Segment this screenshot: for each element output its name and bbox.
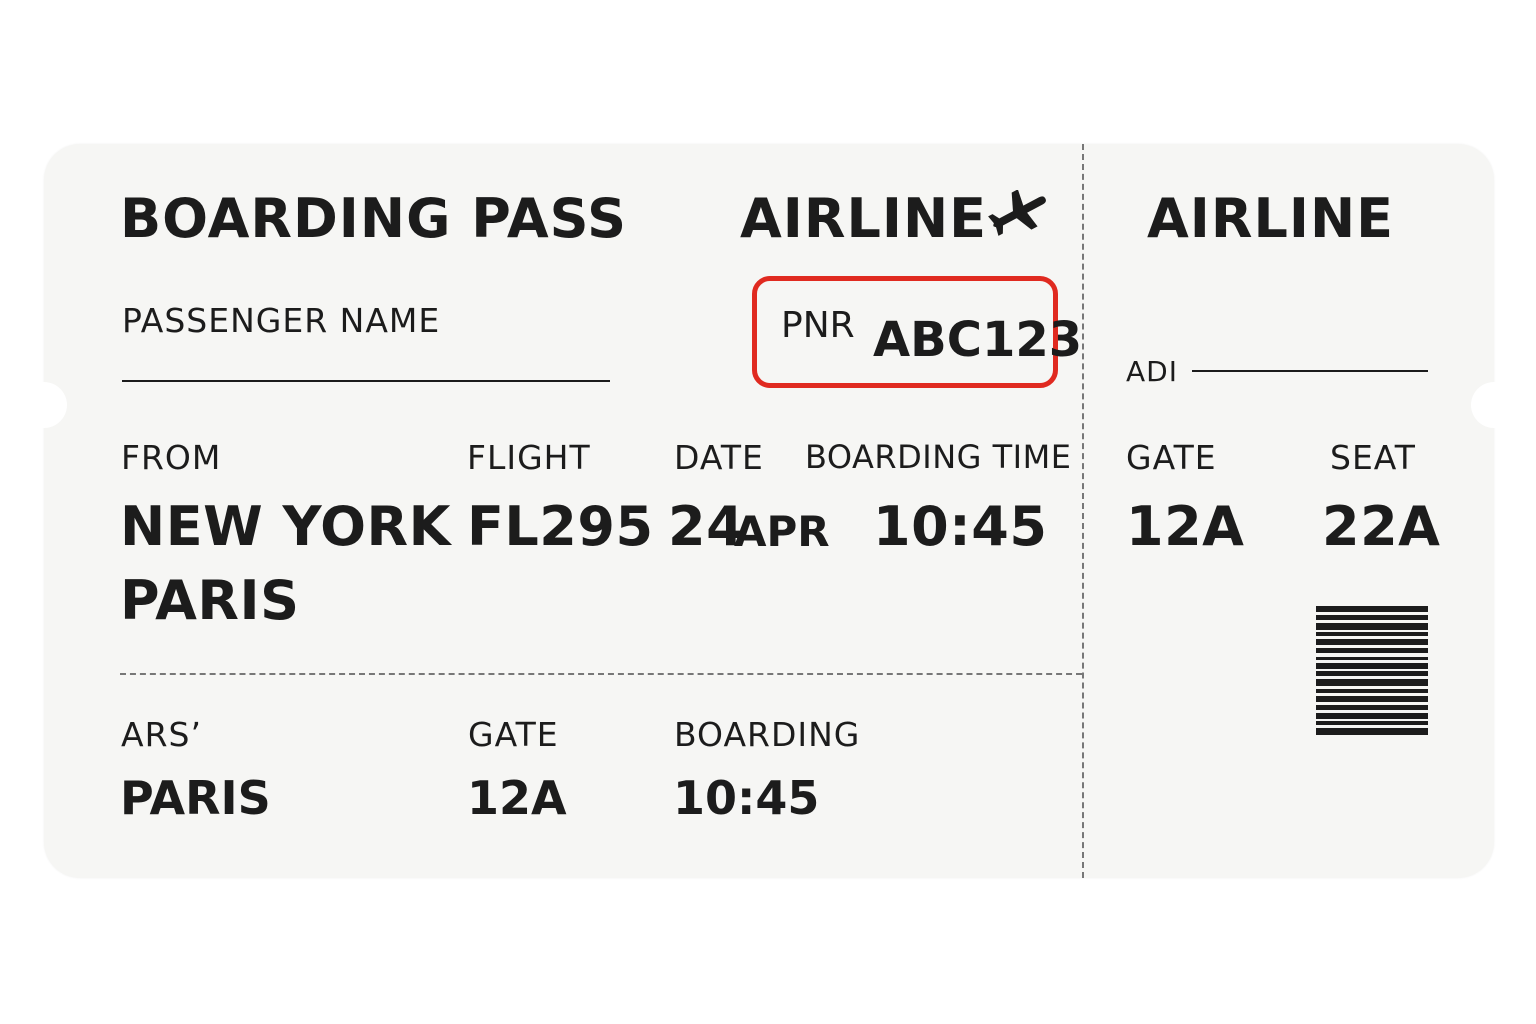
stub-adi-line bbox=[1192, 370, 1428, 372]
flight-label: FLIGHT bbox=[467, 438, 591, 477]
stub-gate-label: GATE bbox=[1126, 438, 1217, 477]
pnr-value: ABC123 bbox=[873, 312, 1083, 368]
lower-gate-label: GATE bbox=[468, 715, 559, 754]
from-label: FROM bbox=[121, 438, 222, 477]
stub-seat-label: SEAT bbox=[1330, 438, 1416, 477]
stub-perforation bbox=[1082, 144, 1084, 878]
stub-adi-label: ADI bbox=[1126, 355, 1178, 388]
page-title: BOARDING PASS bbox=[120, 187, 627, 250]
date-label: DATE bbox=[674, 438, 764, 477]
flight-number: FL295 bbox=[467, 495, 654, 558]
ticket-notch-left bbox=[21, 382, 67, 428]
destination-value: PARIS bbox=[120, 771, 271, 825]
airline-name: AIRLINE bbox=[740, 187, 988, 250]
stub-airline-name: AIRLINE bbox=[1147, 187, 1395, 250]
to-city: PARIS bbox=[120, 569, 300, 632]
date-month: APR bbox=[734, 507, 830, 556]
passenger-name-label: PASSENGER NAME bbox=[122, 301, 441, 340]
boarding-time-label: BOARDING TIME bbox=[805, 438, 1072, 476]
date-day: 24 bbox=[668, 495, 745, 558]
ticket-notch-right bbox=[1471, 382, 1517, 428]
barcode bbox=[1316, 606, 1428, 735]
lower-boarding-label: BOARDING bbox=[674, 715, 861, 754]
section-divider bbox=[120, 673, 1082, 675]
passenger-name-line bbox=[122, 380, 610, 382]
lower-gate-value: 12A bbox=[467, 771, 567, 825]
lower-boarding-value: 10:45 bbox=[673, 771, 820, 825]
stub-gate-value: 12A bbox=[1126, 495, 1245, 558]
boarding-time-value: 10:45 bbox=[873, 495, 1048, 558]
destination-label: ARS’ bbox=[121, 715, 202, 754]
stub-seat-value: 22A bbox=[1322, 495, 1441, 558]
from-city: NEW YORK bbox=[120, 495, 451, 558]
pnr-label: PNR bbox=[781, 305, 855, 346]
airplane-icon bbox=[988, 190, 1046, 236]
